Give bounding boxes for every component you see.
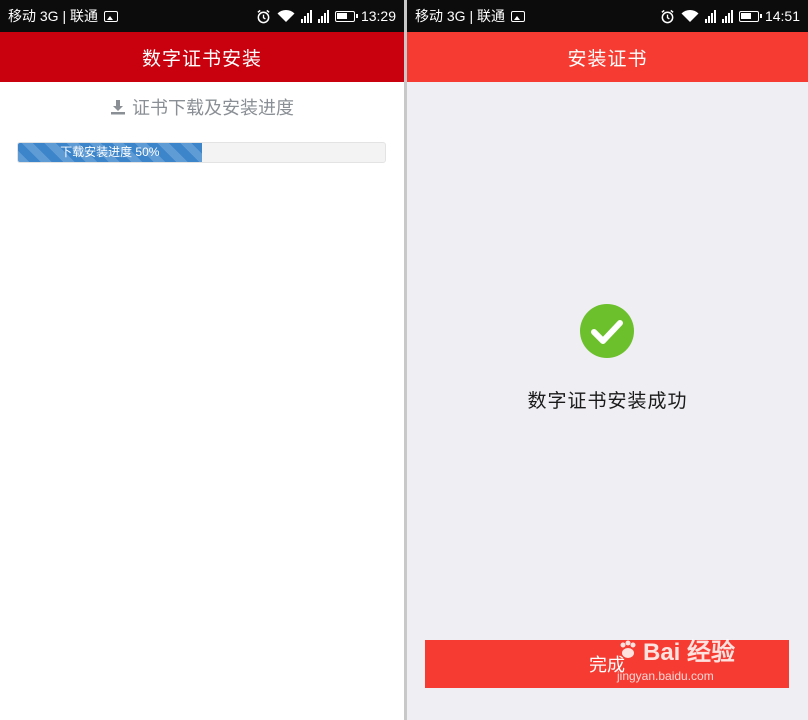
battery-icon	[334, 10, 358, 22]
signal-icon	[317, 9, 329, 23]
left-screen: 移动 3G | 联通 13:29 数字证书安装 证书下载及安装进度 下载安装进度…	[0, 0, 404, 720]
alarm-icon	[661, 9, 674, 23]
done-button[interactable]: 完成	[425, 640, 789, 688]
success-message: 数字证书安装成功	[527, 391, 688, 412]
image-icon	[103, 10, 118, 22]
carrier-text: 移动 3G | 联通	[8, 8, 98, 24]
status-bar: 移动 3G | 联通 13:29	[0, 0, 404, 32]
status-bar: 移动 3G | 联通 14:51	[407, 0, 808, 32]
signal-icon	[704, 9, 716, 23]
signal-icon	[721, 9, 733, 23]
right-screen: 移动 3G | 联通 14:51 安装证书 数字证书安装成功 完成 Bai 经验…	[407, 0, 808, 720]
section-title: 证书下载及安装进度	[0, 94, 404, 120]
progress-fill: 下载安装进度 50%	[18, 143, 202, 162]
battery-icon	[738, 10, 762, 22]
check-circle-icon	[580, 304, 634, 358]
page-title: 安装证书	[407, 32, 808, 82]
clock-text: 13:29	[360, 8, 396, 24]
wifi-icon	[681, 9, 699, 22]
signal-icon	[300, 9, 312, 23]
carrier-text: 移动 3G | 联通	[415, 8, 505, 24]
clock-text: 14:51	[764, 8, 800, 24]
progress-bar: 下载安装进度 50%	[17, 142, 386, 163]
download-icon	[111, 100, 125, 115]
image-icon	[510, 10, 525, 22]
page-title: 数字证书安装	[0, 32, 404, 82]
wifi-icon	[277, 9, 295, 22]
alarm-icon	[257, 9, 270, 23]
section-title-text: 证书下载及安装进度	[132, 98, 294, 118]
